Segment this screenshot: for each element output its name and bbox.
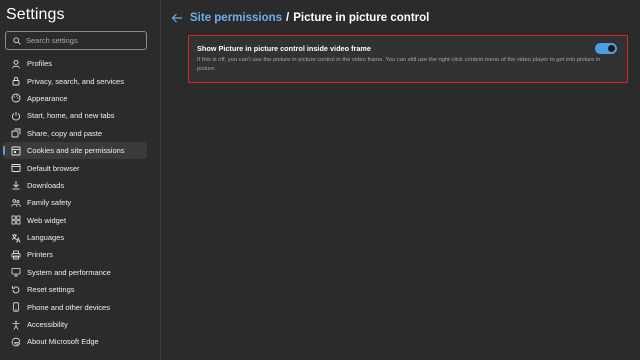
breadcrumb-separator: /	[286, 12, 290, 24]
sidebar: Settings Profiles Privacy, search, and s…	[0, 0, 160, 360]
page-title: Picture in picture control	[293, 12, 430, 24]
sidebar-item-label: Start, home, and new tabs	[27, 111, 115, 121]
sidebar-item-start-home[interactable]: Start, home, and new tabs	[3, 107, 147, 124]
browser-icon	[10, 163, 21, 174]
search-icon	[13, 36, 21, 45]
lock-icon	[10, 76, 21, 87]
sidebar-item-system[interactable]: System and performance	[3, 264, 147, 281]
sidebar-item-about[interactable]: About Microsoft Edge	[3, 333, 147, 350]
sidebar-item-label: Appearance	[27, 93, 68, 103]
sidebar-item-appearance[interactable]: Appearance	[3, 90, 147, 107]
main-content: Site permissions / Picture in picture co…	[161, 0, 640, 360]
sidebar-item-default-browser[interactable]: Default browser	[3, 159, 147, 176]
sidebar-item-downloads[interactable]: Downloads	[3, 177, 147, 194]
toggle-knob	[608, 45, 615, 52]
sidebar-item-privacy[interactable]: Privacy, search, and services	[3, 72, 147, 89]
breadcrumb-site-permissions-link[interactable]: Site permissions	[190, 12, 282, 24]
sidebar-item-phone[interactable]: Phone and other devices	[3, 298, 147, 315]
sidebar-item-label: Cookies and site permissions	[27, 146, 125, 156]
profile-icon	[10, 58, 21, 69]
pip-toggle[interactable]	[595, 43, 617, 54]
search-box[interactable]	[5, 31, 147, 50]
setting-description: If this is off, you can't use the pictur…	[197, 57, 601, 72]
sidebar-item-label: Profiles	[27, 59, 53, 69]
sidebar-item-cookies[interactable]: Cookies and site permissions	[3, 141, 147, 160]
sidebar-item-printers[interactable]: Printers	[3, 246, 147, 263]
sidebar-item-label: Downloads	[27, 180, 65, 190]
sidebar-item-label: Share, copy and paste	[27, 128, 103, 138]
reset-icon	[10, 284, 21, 295]
sidebar-item-label: Default browser	[27, 163, 80, 173]
sidebar-item-label: Languages	[27, 233, 65, 243]
accessibility-icon	[10, 319, 21, 330]
phone-icon	[10, 302, 21, 313]
settings-title: Settings	[6, 6, 65, 23]
sidebar-item-reset[interactable]: Reset settings	[3, 281, 147, 298]
share-icon	[10, 128, 21, 139]
power-icon	[10, 110, 21, 121]
sidebar-item-label: Phone and other devices	[27, 302, 110, 312]
sidebar-item-label: About Microsoft Edge	[27, 337, 99, 347]
sidebar-item-label: Privacy, search, and services	[27, 76, 124, 86]
sidebar-item-label: System and performance	[27, 267, 111, 277]
sidebar-item-web-widget[interactable]: Web widget	[3, 212, 147, 229]
printer-icon	[10, 249, 21, 260]
setting-title: Show Picture in picture control inside v…	[197, 44, 371, 53]
system-icon	[10, 267, 21, 278]
sidebar-item-share[interactable]: Share, copy and paste	[3, 125, 147, 142]
sidebar-item-languages[interactable]: Languages	[3, 229, 147, 246]
sidebar-item-label: Accessibility	[27, 320, 68, 330]
widget-icon	[10, 215, 21, 226]
sidebar-item-profiles[interactable]: Profiles	[3, 55, 147, 72]
breadcrumb: Site permissions / Picture in picture co…	[171, 11, 429, 25]
sidebar-item-label: Reset settings	[27, 285, 75, 295]
sidebar-item-accessibility[interactable]: Accessibility	[3, 316, 147, 333]
sidebar-item-label: Printers	[27, 250, 53, 260]
family-icon	[10, 197, 21, 208]
edge-icon	[10, 336, 21, 347]
appearance-icon	[10, 93, 21, 104]
back-arrow-icon[interactable]	[171, 11, 185, 25]
sidebar-item-family-safety[interactable]: Family safety	[3, 194, 147, 211]
search-input[interactable]	[26, 36, 136, 45]
languages-icon	[10, 232, 21, 243]
sidebar-item-label: Family safety	[27, 198, 72, 208]
download-icon	[10, 180, 21, 191]
pip-setting-card: Show Picture in picture control inside v…	[188, 35, 628, 83]
sidebar-nav: Profiles Privacy, search, and services A…	[3, 55, 147, 351]
sidebar-item-label: Web widget	[27, 215, 67, 225]
cookies-icon	[10, 145, 21, 156]
